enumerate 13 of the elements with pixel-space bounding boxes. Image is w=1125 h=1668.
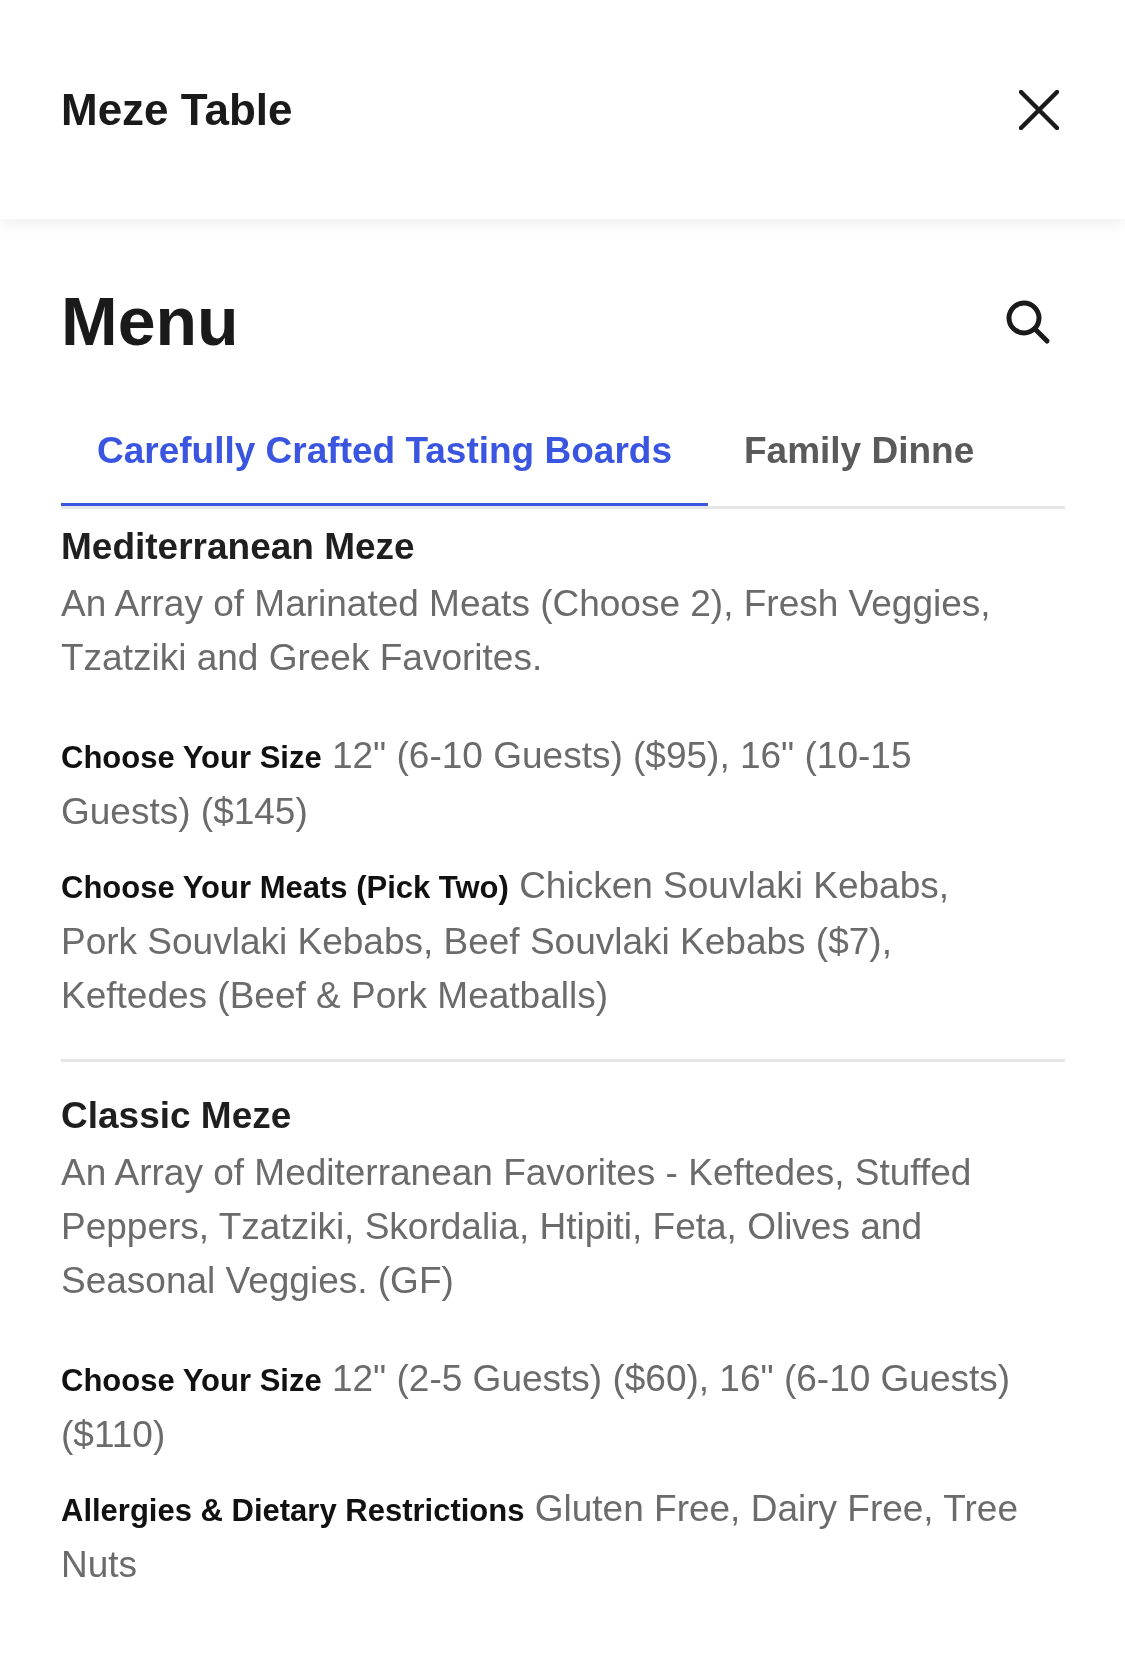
category-tab[interactable]: Family Dinne: [708, 419, 975, 506]
category-tab[interactable]: Carefully Crafted Tasting Boards: [61, 419, 708, 506]
restaurant-title: Meze Table: [61, 83, 293, 136]
close-icon: [1019, 89, 1059, 130]
item-option: Choose Your Size 12" (6-10 Guests) ($95), 16" (10-15 Guests) ($145): [61, 728, 1065, 839]
item-option: Choose Your Size 12" (2-5 Guests) ($60), 16" (6-10 Guests) ($110): [61, 1351, 1065, 1462]
item-description: An Array of Mediterranean Favorites - Keftedes, Stuffed Peppers, Tzatziki, Skordalia, Htipiti, Feta, Olives and Seasonal Veggies. (GF): [61, 1150, 973, 1303]
item-description: An Array of Marinated Meats (Choose 2), Fresh Veggies, Tzatziki and Greek Favorites.: [61, 581, 992, 680]
item-name: Classic Meze: [61, 1093, 293, 1138]
item-option: Choose Your Meats (Pick Two) Chicken Souvlaki Kebabs, Pork Souvlaki Kebabs, Beef Souvlaki Kebabs ($7), Keftedes (Beef & Pork Meatballs): [61, 858, 1065, 1023]
item-option: Allergies & Dietary Restrictions Gluten Free, Dairy Free, Tree Nuts: [61, 1481, 1065, 1592]
menu-heading: Menu: [61, 287, 239, 355]
item-name: Mediterranean Meze: [61, 524, 416, 569]
